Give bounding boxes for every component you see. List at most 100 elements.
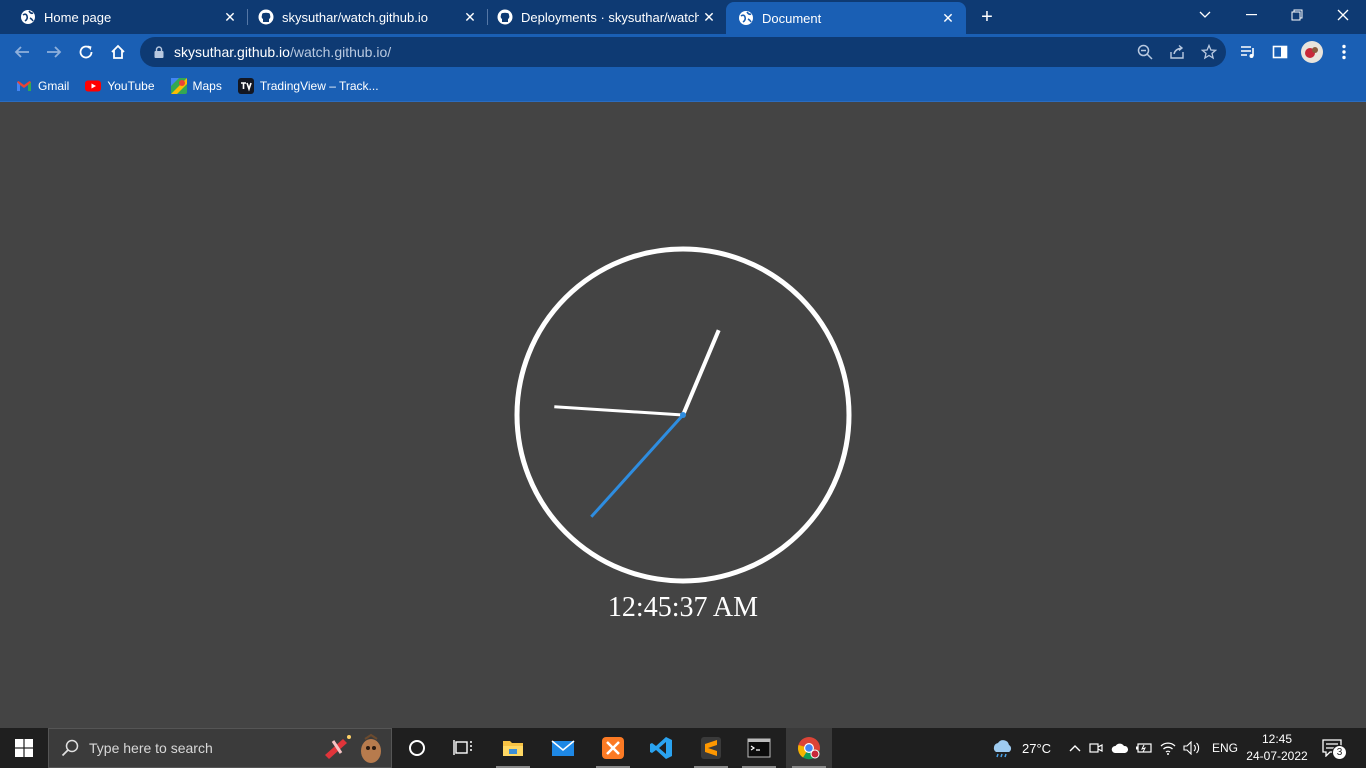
menu-button[interactable] bbox=[1330, 38, 1358, 66]
task-view-button[interactable] bbox=[440, 728, 486, 768]
tab-document[interactable]: Document ✕ bbox=[726, 2, 966, 34]
page-content: 12:45:37 AM bbox=[0, 103, 1366, 728]
tradingview-icon bbox=[237, 77, 254, 94]
gmail-icon bbox=[16, 78, 32, 94]
start-button[interactable] bbox=[0, 728, 48, 768]
windows-logo-icon bbox=[15, 739, 33, 757]
bookmark-label: Gmail bbox=[38, 78, 70, 93]
bookmark-star-icon[interactable] bbox=[1200, 43, 1218, 61]
second-hand bbox=[590, 413, 685, 518]
tab-home-page[interactable]: Home page ✕ bbox=[0, 0, 248, 34]
notification-count: 3 bbox=[1332, 745, 1347, 760]
search-icon bbox=[61, 739, 79, 757]
tab-watch-repo[interactable]: skysuthar/watch.github.io ✕ bbox=[238, 0, 488, 34]
back-button[interactable] bbox=[8, 38, 36, 66]
weather-icon bbox=[993, 740, 1012, 758]
chevron-up-icon[interactable] bbox=[1066, 744, 1084, 752]
search-highlight-icon[interactable] bbox=[319, 733, 385, 768]
folder-icon bbox=[503, 741, 523, 756]
minimize-button[interactable] bbox=[1228, 0, 1274, 30]
tray-clock[interactable]: 12:45 24-07-2022 bbox=[1244, 731, 1310, 765]
tray-time: 12:45 bbox=[1261, 732, 1293, 746]
share-icon[interactable] bbox=[1168, 43, 1186, 61]
bookmark-gmail[interactable]: Gmail bbox=[16, 78, 69, 94]
windows-taskbar: Type here to search 27°C ENG 12:45 24-07… bbox=[0, 728, 1366, 768]
taskbar-search[interactable]: Type here to search bbox=[48, 728, 392, 768]
input-language[interactable]: ENG bbox=[1212, 741, 1238, 755]
youtube-icon bbox=[85, 78, 102, 94]
tab-deployments[interactable]: Deployments · skysuthar/watch.g ✕ bbox=[477, 0, 727, 34]
vscode-icon bbox=[650, 737, 672, 759]
tab-title: Deployments · skysuthar/watch.g bbox=[521, 9, 699, 25]
mail-button[interactable] bbox=[540, 728, 586, 768]
url-text[interactable]: skysuthar.github.io/watch.github.io/ bbox=[174, 44, 391, 60]
side-panel-icon bbox=[1272, 45, 1288, 59]
minute-hand bbox=[554, 405, 684, 417]
chevron-down-icon bbox=[1199, 11, 1211, 18]
browser-toolbar: skysuthar.github.io/watch.github.io/ bbox=[0, 34, 1366, 70]
hour-hand bbox=[681, 329, 721, 416]
sublime-text-icon bbox=[701, 737, 721, 759]
meet-now-icon[interactable] bbox=[1084, 741, 1108, 755]
home-button[interactable] bbox=[104, 38, 132, 66]
xampp-icon bbox=[602, 737, 624, 759]
url-host: skysuthar.github.io bbox=[174, 44, 290, 60]
wifi-icon[interactable] bbox=[1156, 741, 1180, 755]
playlist-icon bbox=[1241, 46, 1254, 58]
sublime-text-button[interactable] bbox=[688, 728, 734, 768]
close-icon[interactable]: ✕ bbox=[938, 8, 958, 28]
side-panel-button[interactable] bbox=[1266, 38, 1294, 66]
task-view-icon bbox=[453, 740, 472, 755]
bookmark-youtube[interactable]: YouTube bbox=[85, 78, 155, 94]
xampp-button[interactable] bbox=[590, 728, 636, 768]
digital-time: 12:45:37 AM bbox=[607, 592, 759, 623]
maps-icon bbox=[170, 77, 187, 94]
address-bar-actions bbox=[1136, 37, 1218, 67]
close-window-button[interactable] bbox=[1320, 0, 1366, 30]
home-icon bbox=[111, 44, 125, 59]
tray-date: 24-07-2022 bbox=[1246, 749, 1308, 763]
more-vertical-icon bbox=[1342, 44, 1346, 60]
restore-icon bbox=[1291, 9, 1303, 21]
bookmark-maps[interactable]: Maps bbox=[170, 77, 222, 94]
minimize-icon bbox=[1245, 14, 1257, 16]
cortana-button[interactable] bbox=[394, 728, 440, 768]
close-icon[interactable]: ✕ bbox=[699, 7, 719, 27]
url-path: /watch.github.io/ bbox=[289, 44, 392, 60]
media-control-button[interactable] bbox=[1234, 38, 1262, 66]
github-icon bbox=[497, 9, 513, 25]
forward-button[interactable] bbox=[40, 38, 68, 66]
close-icon[interactable]: ✕ bbox=[220, 7, 240, 27]
tab-strip: Home page ✕ skysuthar/watch.github.io ✕ … bbox=[0, 0, 1366, 34]
arrow-right-icon bbox=[47, 46, 62, 58]
volume-icon[interactable] bbox=[1180, 741, 1204, 755]
restore-button[interactable] bbox=[1274, 0, 1320, 30]
tab-search-button[interactable] bbox=[1182, 0, 1228, 30]
chrome-button[interactable] bbox=[786, 728, 832, 768]
reload-icon bbox=[79, 45, 93, 59]
avatar bbox=[1301, 41, 1323, 63]
chrome-icon bbox=[797, 737, 820, 760]
new-tab-button[interactable]: + bbox=[976, 6, 998, 28]
notification-center-button[interactable]: 3 bbox=[1322, 728, 1347, 768]
tab-title: Home page bbox=[44, 9, 112, 25]
cortana-icon bbox=[409, 740, 425, 756]
profile-button[interactable] bbox=[1298, 38, 1326, 66]
bookmark-tradingview[interactable]: TradingView – Track... bbox=[237, 77, 379, 94]
weather-widget[interactable]: 27°C bbox=[990, 728, 1051, 768]
zoom-out-icon[interactable] bbox=[1136, 43, 1154, 61]
mail-icon bbox=[551, 740, 575, 756]
lock-icon[interactable] bbox=[152, 46, 166, 58]
bookmark-label: YouTube bbox=[107, 78, 155, 93]
onedrive-icon[interactable] bbox=[1108, 742, 1132, 754]
arrow-left-icon bbox=[14, 46, 29, 58]
terminal-button[interactable] bbox=[736, 728, 782, 768]
reload-button[interactable] bbox=[72, 38, 100, 66]
battery-icon[interactable] bbox=[1132, 742, 1156, 754]
address-bar[interactable]: skysuthar.github.io/watch.github.io/ bbox=[140, 37, 1226, 67]
bookmark-label: Maps bbox=[192, 78, 222, 93]
vscode-button[interactable] bbox=[638, 728, 684, 768]
search-placeholder: Type here to search bbox=[89, 740, 213, 756]
file-explorer-button[interactable] bbox=[490, 728, 536, 768]
terminal-icon bbox=[747, 738, 771, 758]
